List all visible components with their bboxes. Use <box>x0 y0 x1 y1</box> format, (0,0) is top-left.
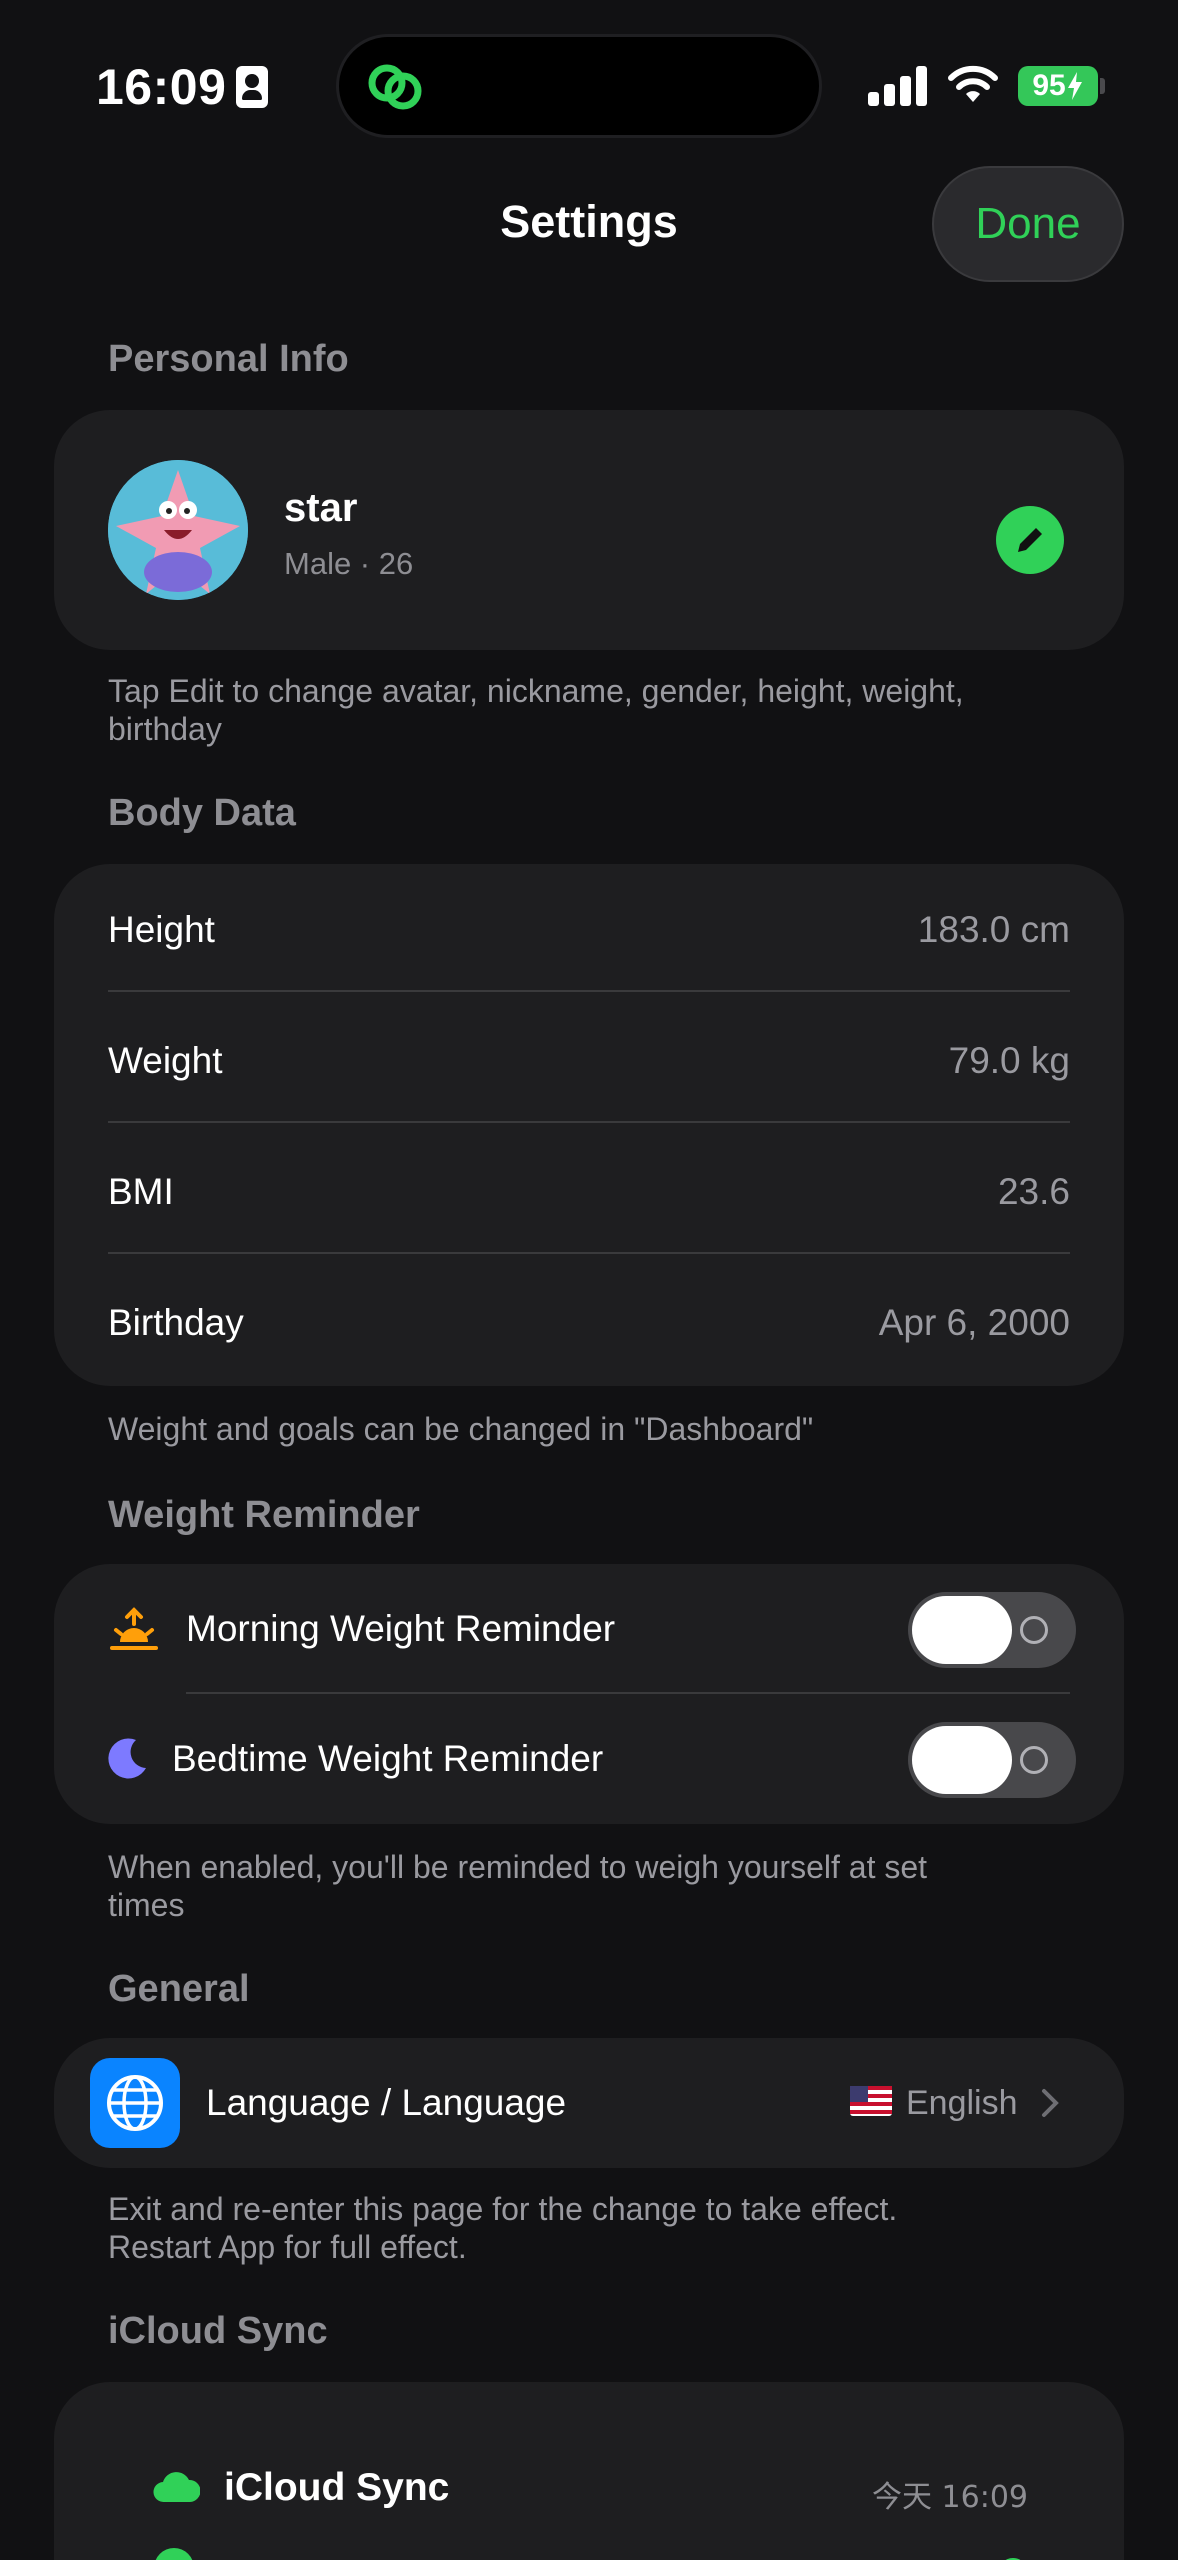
profile-subtitle: Male · 26 <box>284 546 414 581</box>
done-button[interactable]: Done <box>932 166 1124 282</box>
language-icon-tile <box>90 2058 180 2148</box>
status-bar: 16:09 95 <box>0 0 1178 170</box>
id-card-icon <box>236 66 268 108</box>
cloud-icon <box>153 2472 200 2503</box>
section-header-personal-info: Personal Info <box>108 338 349 380</box>
row-label: Height <box>108 909 215 950</box>
row-label: Weight <box>108 1040 223 1081</box>
personal-info-footnote: Tap Edit to change avatar, nickname, gen… <box>108 673 964 747</box>
cellular-signal-icon <box>868 66 930 106</box>
row-bmi[interactable]: BMI 23.6 <box>54 1126 1124 1257</box>
body-data-card: Height 183.0 cm Weight 79.0 kg BMI 23.6 … <box>54 864 1124 1386</box>
row-value: 79.0 kg <box>948 1040 1070 1081</box>
icloud-card: iCloud Sync 今天 16:09 <box>54 2382 1124 2560</box>
edit-profile-button[interactable] <box>996 506 1064 574</box>
charging-bolt-icon <box>1067 72 1082 100</box>
starfish-avatar-image <box>108 460 248 600</box>
wifi-icon <box>948 65 998 102</box>
sync-status-icon <box>154 2548 194 2560</box>
battery-tip <box>1100 78 1105 94</box>
body-data-footnote: Weight and goals can be changed in "Dash… <box>108 1411 814 1447</box>
chevron-right-icon <box>1042 2089 1059 2117</box>
avatar[interactable] <box>108 460 248 600</box>
weight-reminder-footnote: When enabled, you'll be reminded to weig… <box>108 1849 928 1923</box>
morning-reminder-label: Morning Weight Reminder <box>186 1608 616 1649</box>
row-value: 23.6 <box>997 1171 1070 1212</box>
language-label: Language / Language <box>206 2082 567 2123</box>
general-footnote: Exit and re-enter this page for the chan… <box>108 2191 898 2265</box>
section-header-general: General <box>108 1968 250 2010</box>
divider <box>108 1121 1070 1123</box>
icloud-sync-label: iCloud Sync <box>224 2466 450 2509</box>
section-header-icloud: iCloud Sync <box>108 2310 328 2352</box>
globe-icon <box>107 2075 163 2131</box>
divider <box>108 990 1070 992</box>
row-value: 183.0 cm <box>917 909 1070 950</box>
weight-reminder-card: Morning Weight Reminder Bedtime Weight R… <box>54 1564 1124 1824</box>
toggle-off-indicator <box>1020 1616 1048 1644</box>
row-value: Apr 6, 2000 <box>878 1302 1070 1343</box>
section-header-body-data: Body Data <box>108 792 296 834</box>
toggle-off-indicator <box>1020 1746 1048 1774</box>
pencil-icon <box>1018 528 1042 552</box>
toggle-knob <box>912 1726 1012 1794</box>
section-header-weight-reminder: Weight Reminder <box>108 1494 420 1536</box>
language-value: English <box>906 2084 1018 2122</box>
bedtime-reminder-label: Bedtime Weight Reminder <box>172 1738 604 1779</box>
profile-name: star <box>284 486 358 530</box>
toggle-knob <box>912 1596 1012 1664</box>
morning-reminder-toggle[interactable] <box>908 1592 1076 1668</box>
status-time: 16:09 <box>96 59 227 115</box>
dynamic-island[interactable] <box>336 34 822 138</box>
row-label: BMI <box>108 1171 174 1212</box>
us-flag-icon <box>850 2086 892 2116</box>
sunrise-icon <box>110 1607 158 1650</box>
row-label: Birthday <box>108 1302 244 1343</box>
battery-indicator: 95 <box>1018 66 1098 106</box>
icloud-sync-time: 今天 16:09 <box>872 2480 1028 2515</box>
row-birthday[interactable]: Birthday Apr 6, 2000 <box>54 1257 1124 1388</box>
battery-level: 95 <box>1032 69 1066 102</box>
row-weight[interactable]: Weight 79.0 kg <box>54 995 1124 1126</box>
row-height[interactable]: Height 183.0 cm <box>54 864 1124 995</box>
language-row[interactable]: Language / Language English <box>54 2038 1124 2168</box>
moon-icon <box>108 1738 146 1779</box>
link-rings-icon <box>368 64 422 110</box>
bedtime-reminder-toggle[interactable] <box>908 1722 1076 1798</box>
profile-card[interactable]: star Male · 26 <box>54 410 1124 650</box>
divider <box>108 1252 1070 1254</box>
